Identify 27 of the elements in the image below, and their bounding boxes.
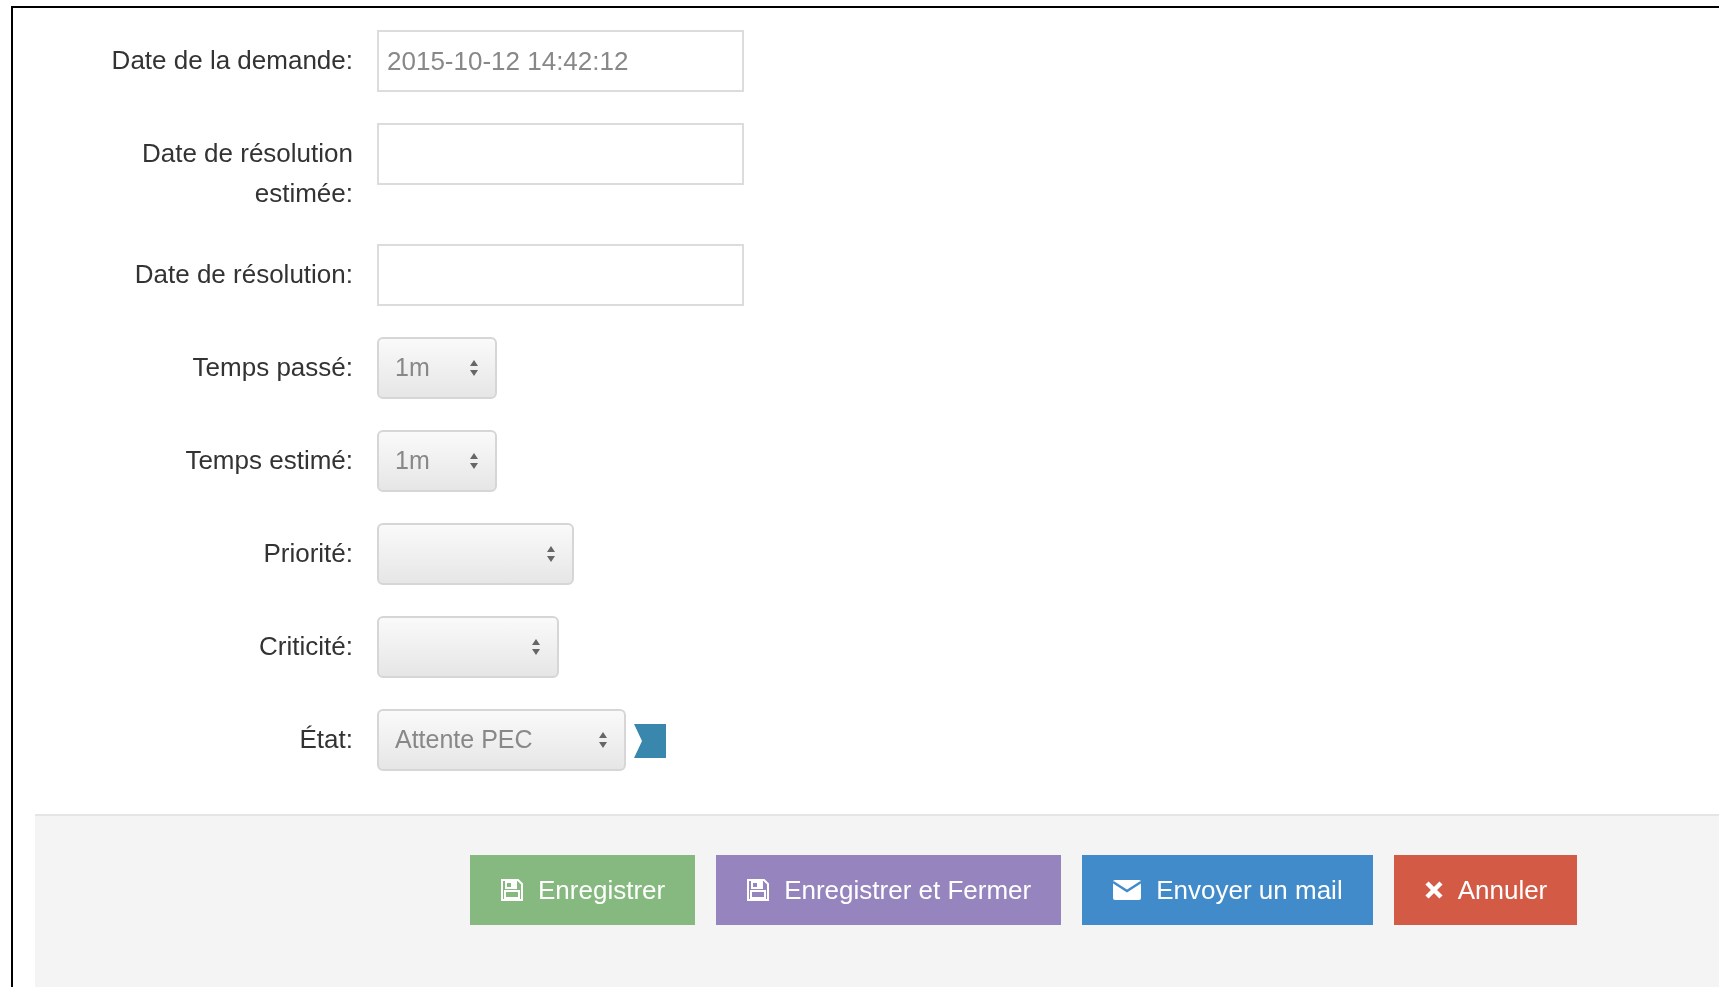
select-dropdown[interactable]: Attente PEC — [377, 709, 626, 771]
select-arrows-icon — [546, 545, 556, 563]
select-dropdown[interactable] — [377, 616, 559, 678]
action-button[interactable]: Enregistrer et Fermer — [716, 855, 1062, 925]
select-arrows-icon — [469, 359, 479, 377]
input-field[interactable]: 2015-10-12 14:42:12 — [377, 30, 744, 92]
select-arrows-icon — [598, 731, 608, 749]
envelope-icon — [1112, 879, 1143, 901]
select-arrows-icon — [531, 638, 541, 656]
action-button[interactable]: Enregistrer — [470, 855, 696, 925]
select-arrows-icon — [469, 452, 479, 470]
input-field[interactable] — [377, 244, 744, 306]
field-label: Temps estimé: — [184, 444, 353, 477]
field-label: État: — [298, 723, 353, 756]
field-label: Criticité: — [258, 630, 353, 663]
field-label: Date de résolution: — [133, 258, 353, 291]
field-label: Date de résolution estimée: — [140, 137, 353, 210]
select-dropdown[interactable] — [377, 523, 574, 585]
field-label: Priorité: — [262, 537, 353, 570]
field-label: Date de la demande: — [110, 44, 353, 77]
select-dropdown[interactable]: 1m — [377, 337, 497, 399]
action-button[interactable]: Annuler — [1393, 855, 1578, 925]
input-field[interactable] — [377, 123, 744, 185]
close-icon — [1423, 880, 1444, 900]
action-button[interactable]: Envoyer un mail — [1082, 855, 1373, 925]
field-label: Temps passé: — [191, 351, 353, 384]
select-dropdown[interactable]: 1m — [377, 430, 497, 492]
